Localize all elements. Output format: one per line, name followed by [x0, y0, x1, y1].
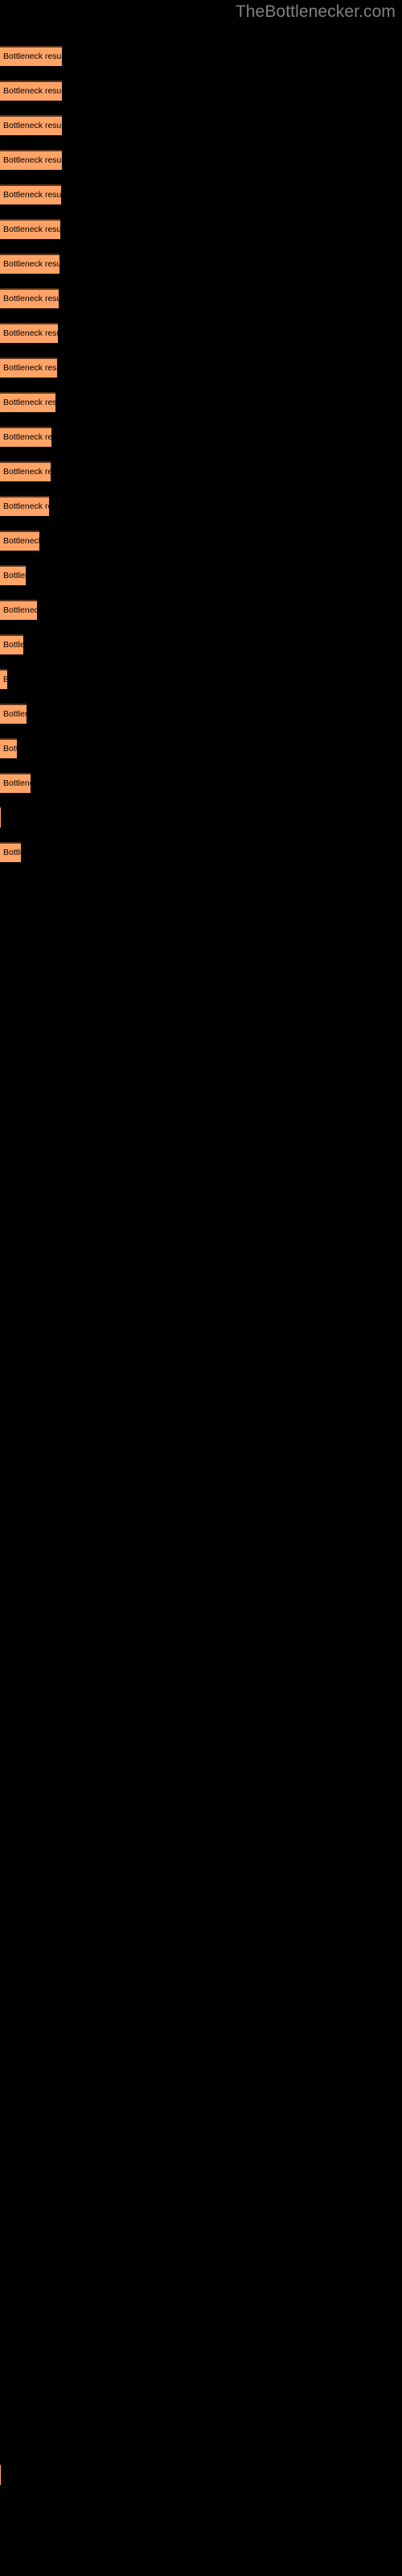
bar-label: Bottleneck result: [3, 398, 55, 407]
bar-label: Bottleneck result: [3, 328, 58, 338]
bar-3: Bottleneck result: [0, 115, 62, 135]
bar-12: Bottleneck result: [0, 427, 51, 447]
bar-label: Bottleneck result: [3, 225, 60, 234]
bar-label: Bottleneck result: [3, 502, 49, 511]
bar-13: Bottleneck result: [0, 461, 51, 481]
bar-label: Bottleneck result: [3, 259, 59, 269]
bar-label: Bottleneck result: [3, 155, 62, 165]
bar-label: Bottleneck result: [3, 744, 17, 753]
bar-label: Bottleneck result: [3, 190, 61, 200]
bar-label: Bottleneck result: [3, 848, 21, 857]
bar-label: Bottleneck result: [0, 671, 7, 689]
bar-21: Bottleneck result: [0, 738, 17, 758]
bar-label: Bottleneck result: [3, 640, 23, 650]
bar-18: Bottleneck result: [0, 634, 23, 654]
bar-17: Bottleneck result: [0, 600, 37, 620]
bar-6: Bottleneck result: [0, 219, 60, 239]
bar-23: Bottleneck result: [0, 807, 1, 828]
bar-label: Bottleneck result: [3, 571, 26, 580]
bar-15: Bottleneck result: [0, 530, 39, 551]
bar-2: Bottleneck result: [0, 80, 62, 101]
bar-9: Bottleneck result: [0, 323, 58, 343]
bar-label: Bottleneck result: [3, 605, 37, 615]
bar-label: Bottleneck result: [3, 467, 51, 477]
bar-1: Bottleneck result: [0, 46, 62, 66]
bar-label: Bottleneck result: [3, 294, 59, 303]
bars-layer: Bottleneck result Bottleneck result Bottle…: [0, 0, 402, 2576]
bar-7: Bottleneck result: [0, 254, 59, 274]
bar-label: Bottleneck result: [3, 432, 51, 442]
bar-25: Bottleneck result: [0, 2465, 1, 2485]
bar-label: Bottleneck result: [3, 536, 39, 546]
bar-label: Bottleneck result: [3, 778, 31, 788]
bar-label: Bottleneck result: [3, 709, 27, 719]
bar-8: Bottleneck result: [0, 288, 59, 308]
bar-10: Bottleneck result: [0, 357, 57, 378]
bar-22: Bottleneck result: [0, 773, 31, 793]
bottleneck-bar-chart: TheBottlenecker.com Bottleneck result Bot…: [0, 0, 402, 2576]
bar-19: Bottleneck result: [0, 669, 7, 689]
bar-5: Bottleneck result: [0, 184, 61, 204]
bar-16: Bottleneck result: [0, 565, 26, 585]
bar-4: Bottleneck result: [0, 150, 62, 170]
bar-11: Bottleneck result: [0, 392, 55, 412]
bar-14: Bottleneck result: [0, 496, 49, 516]
bar-label: Bottleneck result: [3, 363, 57, 373]
bar-24: Bottleneck result: [0, 842, 21, 862]
bar-label: Bottleneck result: [3, 86, 62, 96]
bar-20: Bottleneck result: [0, 704, 27, 724]
bar-label: Bottleneck result: [3, 52, 62, 61]
bar-label: Bottleneck result: [3, 121, 62, 130]
